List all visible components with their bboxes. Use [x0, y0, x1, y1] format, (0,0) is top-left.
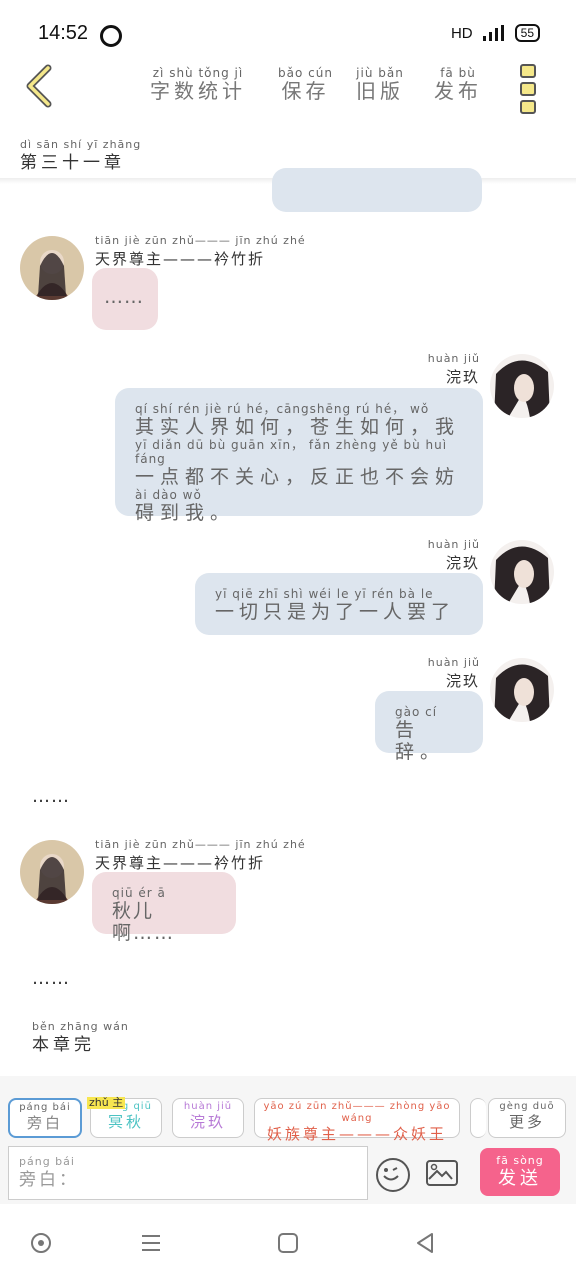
send-button[interactable]: fā sòng 发送 [480, 1148, 560, 1196]
speaker-name: huàn jiǔ 浣玖 [427, 352, 480, 386]
status-time: 14:52 [38, 22, 89, 44]
chevron-left-icon [26, 64, 52, 108]
back-nav-icon[interactable] [414, 1232, 436, 1254]
system-nav-bar [0, 1206, 576, 1280]
avatar-huanjiu[interactable] [490, 658, 554, 722]
chat-bubble[interactable]: …… [92, 268, 158, 330]
avatar-tianjie[interactable] [20, 840, 84, 904]
chapter-end[interactable]: běn zhāng wán 本章完 [32, 1020, 129, 1056]
role-huanjiu[interactable]: huàn jiǔ 浣玖 [172, 1098, 244, 1138]
chapter-title: dì sān shí yī zhāng 第三十一章 [20, 138, 142, 173]
role-narrator[interactable]: páng bái 旁白 [8, 1098, 82, 1138]
chat-bubble[interactable]: gào cí 告辞。 [375, 691, 483, 763]
status-right: HD 55 [451, 24, 540, 42]
status-bar: 14:52 HD 55 [0, 0, 576, 64]
home-icon[interactable] [277, 1232, 299, 1254]
speaker-name: tiān jiè zūn zhǔ——— jīn zhú zhé 天界尊主———衿… [95, 838, 306, 872]
tab-word-count[interactable]: zì shù tǒng jì 字数统计 [150, 66, 246, 102]
main-role-badge: zhǔ 主 [87, 1096, 126, 1109]
narration-text[interactable]: …… [32, 786, 70, 807]
more-menu-button[interactable] [520, 62, 540, 114]
menu-icon[interactable] [140, 1232, 162, 1254]
assistant-icon[interactable] [30, 1232, 52, 1254]
narration-text[interactable]: …… [32, 968, 70, 989]
role-mingqiu[interactable]: zhǔ 主 míng qiū 冥秋 [87, 1096, 162, 1138]
tab-publish[interactable]: fā bù 发布 [434, 66, 482, 102]
role-yaozu[interactable]: yāo zú zūn zhǔ——— zhòng yāo wáng 妖族尊主———… [254, 1098, 460, 1143]
more-roles-button[interactable]: gèng duō 更多 [488, 1098, 566, 1138]
image-icon[interactable] [426, 1160, 458, 1186]
app-notification-icon [100, 25, 122, 47]
battery-icon: 55 [514, 24, 540, 42]
network-label: HD [450, 24, 473, 42]
tab-save[interactable]: bǎo cún 保存 [278, 66, 333, 102]
chat-bubble[interactable]: qiū ér ā 秋儿啊…… [92, 872, 236, 944]
speaker-name: tiān jiè zūn zhǔ——— jīn zhú zhé 天界尊主———衿… [95, 234, 306, 268]
back-button[interactable] [18, 60, 66, 112]
avatar-tianjie[interactable] [20, 236, 84, 300]
tab-old-version[interactable]: jiù bǎn 旧版 [356, 66, 404, 102]
chat-bubble-partial[interactable] [272, 168, 482, 212]
avatar-huanjiu[interactable] [490, 354, 554, 418]
message-input[interactable]: páng bái 旁白： [8, 1146, 368, 1200]
role-partial[interactable] [470, 1098, 486, 1138]
speaker-name: huàn jiǔ 浣玖 [427, 656, 480, 690]
speaker-name: huàn jiǔ 浣玖 [427, 538, 480, 572]
chat-bubble[interactable]: qí shí rén jiè rú hé，cāngshēng rú hé， wǒ… [115, 388, 483, 524]
emoji-icon[interactable] [376, 1158, 410, 1192]
signal-icon [482, 25, 505, 41]
avatar-huanjiu[interactable] [490, 540, 554, 604]
chat-bubble[interactable]: yī qiē zhī shì wéi le yī rén bà le 一切只是为… [195, 573, 483, 635]
